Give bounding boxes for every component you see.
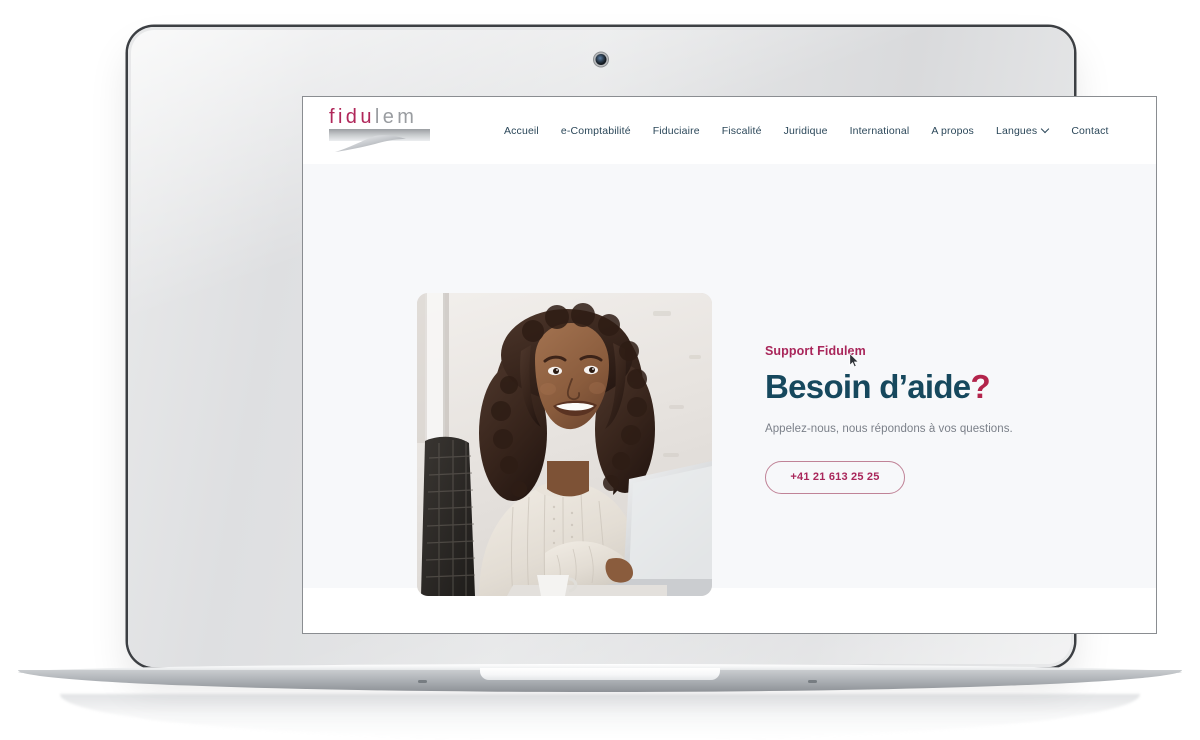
site-header: fidulem Accueil e-Comptabilité Fiduciair…	[303, 97, 1156, 164]
webcam-icon	[595, 54, 607, 65]
screenshot-stage: fidulem Accueil e-Comptabilité Fiduciair…	[0, 0, 1200, 740]
hero-section: Support Fidulem Besoin d’aide? Appelez-n…	[303, 164, 1156, 596]
nav-item-langues[interactable]: Langues	[985, 125, 1060, 137]
chevron-down-icon	[1042, 126, 1049, 133]
website-viewport: fidulem Accueil e-Comptabilité Fiduciair…	[303, 97, 1156, 633]
nav-label: Langues	[995, 124, 1038, 137]
hero-title-text: Besoin d’aide	[765, 368, 971, 405]
base-notch	[480, 668, 720, 680]
laptop-screen: fidulem Accueil e-Comptabilité Fiduciair…	[303, 97, 1156, 633]
page-title: Besoin d’aide?	[765, 368, 1065, 405]
nav-item-fiscalite[interactable]: Fiscalité	[711, 125, 773, 137]
nav-label: e-Comptabilité	[560, 124, 631, 137]
phone-call-button[interactable]: +41 21 613 25 25	[765, 460, 905, 494]
nav-label: Fiscalité	[721, 124, 762, 137]
nav-item-fiduciaire[interactable]: Fiduciaire	[642, 125, 711, 137]
logo-text-lem: lem	[374, 105, 418, 128]
logo-wordmark: fidulem	[329, 107, 417, 127]
primary-navigation: Accueil e-Comptabilité Fiduciaire Fiscal…	[493, 125, 1120, 137]
nav-label: Contact	[1071, 124, 1109, 137]
nav-label: Juridique	[783, 124, 828, 137]
logo-swoosh-icon	[335, 134, 406, 152]
nav-item-international[interactable]: International	[839, 125, 921, 137]
nav-item-e-comptabilite[interactable]: e-Comptabilité	[550, 125, 642, 137]
hero-description: Appelez-nous, nous répondons à vos quest…	[765, 422, 1013, 435]
nav-item-juridique[interactable]: Juridique	[773, 125, 839, 137]
base-foot-left	[418, 680, 427, 683]
hero-eyebrow: Support Fidulem	[765, 344, 866, 358]
nav-label: International	[849, 124, 910, 137]
nav-label: Accueil	[504, 124, 539, 137]
hero-title-question-mark: ?	[970, 368, 990, 405]
nav-item-contact[interactable]: Contact	[1060, 125, 1119, 137]
hero-photo-illustration	[417, 293, 712, 596]
hero-photo	[417, 293, 712, 596]
laptop-lid: fidulem Accueil e-Comptabilité Fiduciair…	[128, 27, 1156, 667]
nav-item-a-propos[interactable]: A propos	[920, 125, 985, 137]
nav-item-accueil[interactable]: Accueil	[493, 125, 550, 137]
hero-text-block: Support Fidulem Besoin d’aide? Appelez-n…	[765, 344, 1065, 494]
base-reflection	[60, 694, 1140, 740]
site-logo[interactable]: fidulem	[329, 107, 433, 153]
nav-label: Fiduciaire	[652, 124, 700, 137]
logo-text-fidu: fidu	[329, 105, 375, 128]
nav-label: A propos	[931, 124, 974, 137]
base-foot-right	[808, 680, 817, 683]
